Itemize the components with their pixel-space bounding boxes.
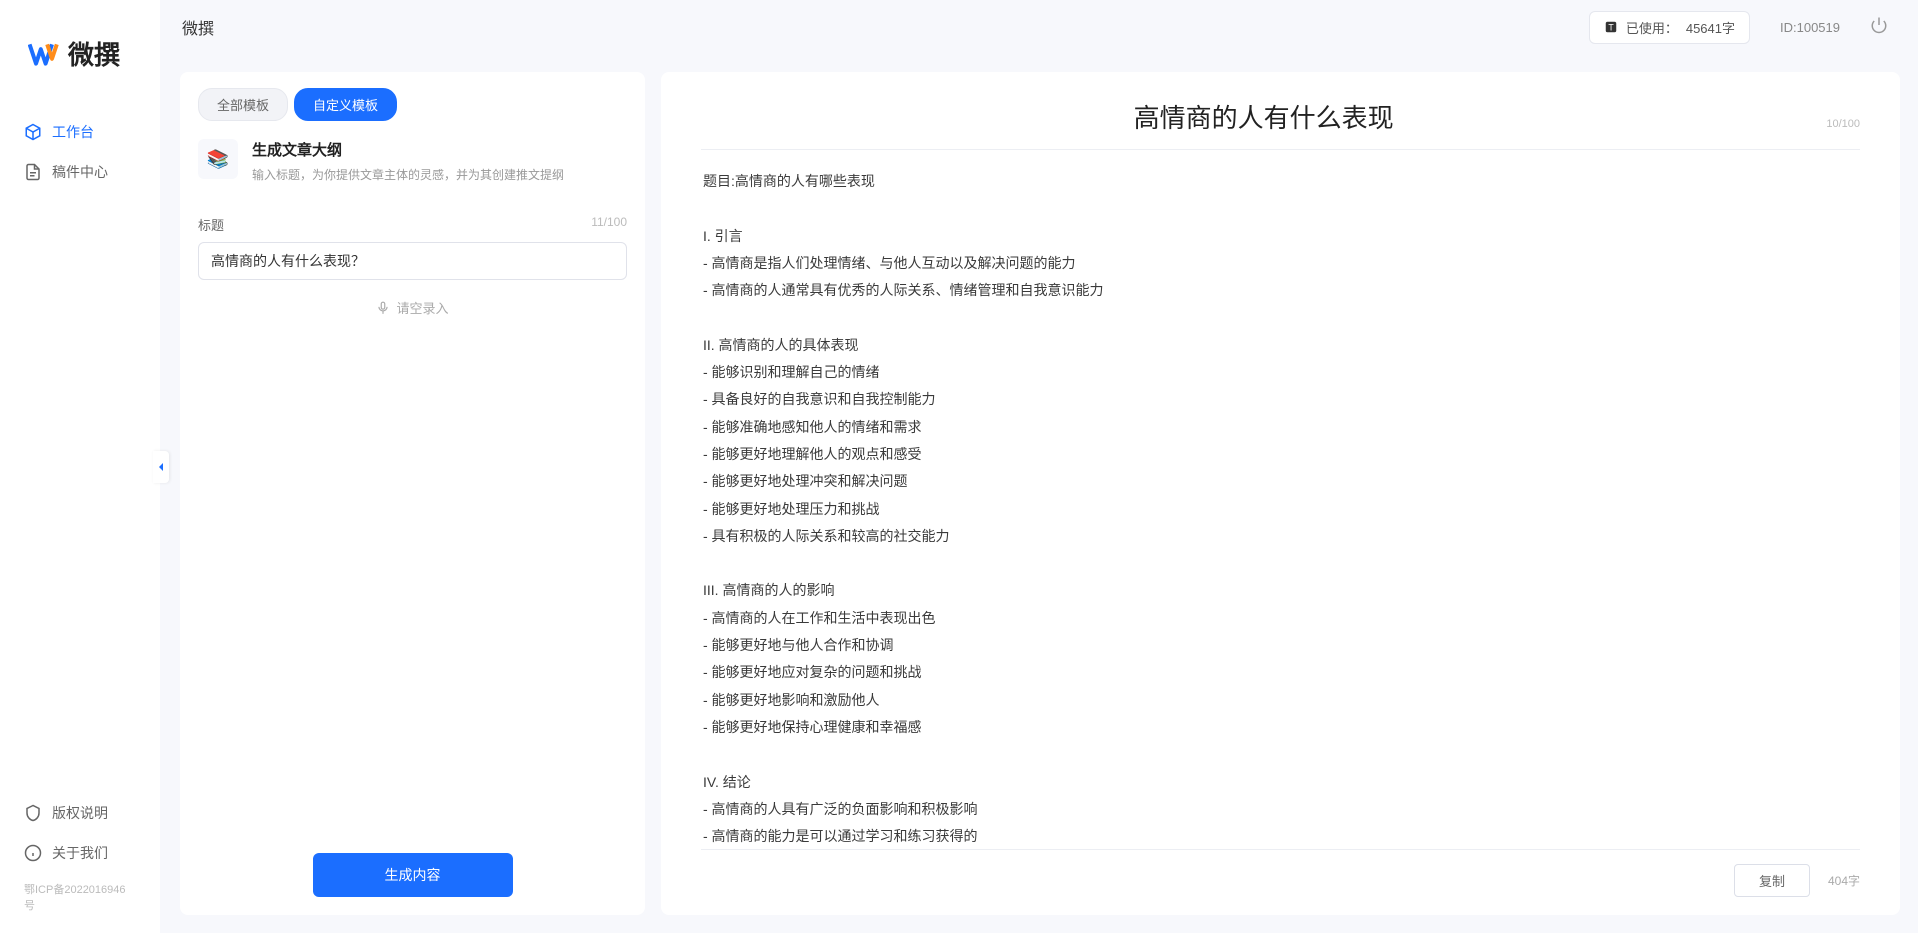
topbar: 微撰 T 已使用： 45641字 ID:100519 [160, 0, 1918, 54]
title-input[interactable] [198, 242, 627, 280]
sidebar-item-label: 工作台 [52, 122, 94, 142]
brand-name: 微撰 [68, 35, 120, 72]
cube-icon [24, 123, 42, 141]
power-icon [1870, 16, 1888, 34]
sidebar-item-label: 关于我们 [52, 843, 108, 863]
title-counter: 11/100 [591, 215, 627, 234]
template-name: 生成文章大纲 [252, 139, 564, 160]
word-count: 404字 [1828, 872, 1860, 889]
output-panel: 高情商的人有什么表现 10/100 题目:高情商的人有哪些表现 I. 引言 - … [661, 72, 1900, 915]
microphone-icon [376, 301, 390, 315]
page-title: 微撰 [182, 15, 214, 39]
copy-button[interactable]: 复制 [1734, 864, 1810, 897]
svg-text:T: T [1608, 23, 1614, 33]
generate-button[interactable]: 生成内容 [313, 853, 513, 897]
output-title-counter: 10/100 [1826, 118, 1860, 130]
icp-text: 鄂ICP备2022016946号 [0, 873, 160, 913]
document-icon [24, 163, 42, 181]
sidebar-item-label: 稿件中心 [52, 162, 108, 182]
sidebar-item-copyright[interactable]: 版权说明 [0, 793, 160, 833]
tab-all-templates[interactable]: 全部模板 [198, 88, 288, 121]
output-header: 高情商的人有什么表现 10/100 [701, 98, 1860, 150]
title-label: 标题 [198, 215, 224, 234]
title-label-row: 标题 11/100 [198, 215, 627, 234]
text-icon: T [1604, 20, 1618, 34]
sidebar-item-drafts[interactable]: 稿件中心 [0, 152, 160, 192]
output-body[interactable]: 题目:高情商的人有哪些表现 I. 引言 - 高情商是指人们处理情绪、与他人互动以… [701, 150, 1860, 849]
sidebar-nav: 工作台 稿件中心 [0, 102, 160, 202]
template-tabs: 全部模板 自定义模板 [180, 72, 645, 121]
sidebar-item-workbench[interactable]: 工作台 [0, 112, 160, 152]
info-icon [24, 844, 42, 862]
usage-label: 已使用： [1626, 18, 1678, 37]
topbar-right: T 已使用： 45641字 ID:100519 [1589, 11, 1888, 44]
sidebar-item-about[interactable]: 关于我们 [0, 833, 160, 873]
generate-row: 生成内容 [180, 835, 645, 915]
sidebar-footer: 版权说明 关于我们 鄂ICP备2022016946号 [0, 793, 160, 933]
power-button[interactable] [1870, 16, 1888, 39]
template-icon: 📚 [198, 139, 238, 179]
template-info: 生成文章大纲 输入标题，为你提供文章主体的灵感，并为其创建推文提纲 [252, 139, 564, 183]
sidebar-collapse-handle[interactable] [153, 451, 169, 483]
usage-value: 45641字 [1686, 18, 1735, 37]
form-section: 标题 11/100 请空录入 [180, 193, 645, 327]
output-title: 高情商的人有什么表现 [701, 98, 1826, 135]
voice-input-label: 请空录入 [396, 298, 448, 317]
voice-input-button[interactable]: 请空录入 [198, 298, 627, 317]
user-id: ID:100519 [1780, 20, 1840, 35]
tab-custom-templates[interactable]: 自定义模板 [294, 88, 397, 121]
brand-logo-icon [28, 40, 60, 68]
config-panel: 全部模板 自定义模板 📚 生成文章大纲 输入标题，为你提供文章主体的灵感，并为其… [180, 72, 645, 915]
output-footer: 复制 404字 [701, 849, 1860, 897]
brand-area: 微撰 [0, 0, 160, 102]
template-desc: 输入标题，为你提供文章主体的灵感，并为其创建推文提纲 [252, 166, 564, 183]
chevron-left-icon [156, 462, 166, 472]
usage-badge[interactable]: T 已使用： 45641字 [1589, 11, 1750, 44]
shield-icon [24, 804, 42, 822]
template-card: 📚 生成文章大纲 输入标题，为你提供文章主体的灵感，并为其创建推文提纲 [180, 121, 645, 193]
sidebar: 微撰 工作台 稿件中心 版权说明 关于我们 鄂ICP备2022016946号 [0, 0, 160, 933]
main: 全部模板 自定义模板 📚 生成文章大纲 输入标题，为你提供文章主体的灵感，并为其… [160, 54, 1918, 933]
sidebar-item-label: 版权说明 [52, 803, 108, 823]
